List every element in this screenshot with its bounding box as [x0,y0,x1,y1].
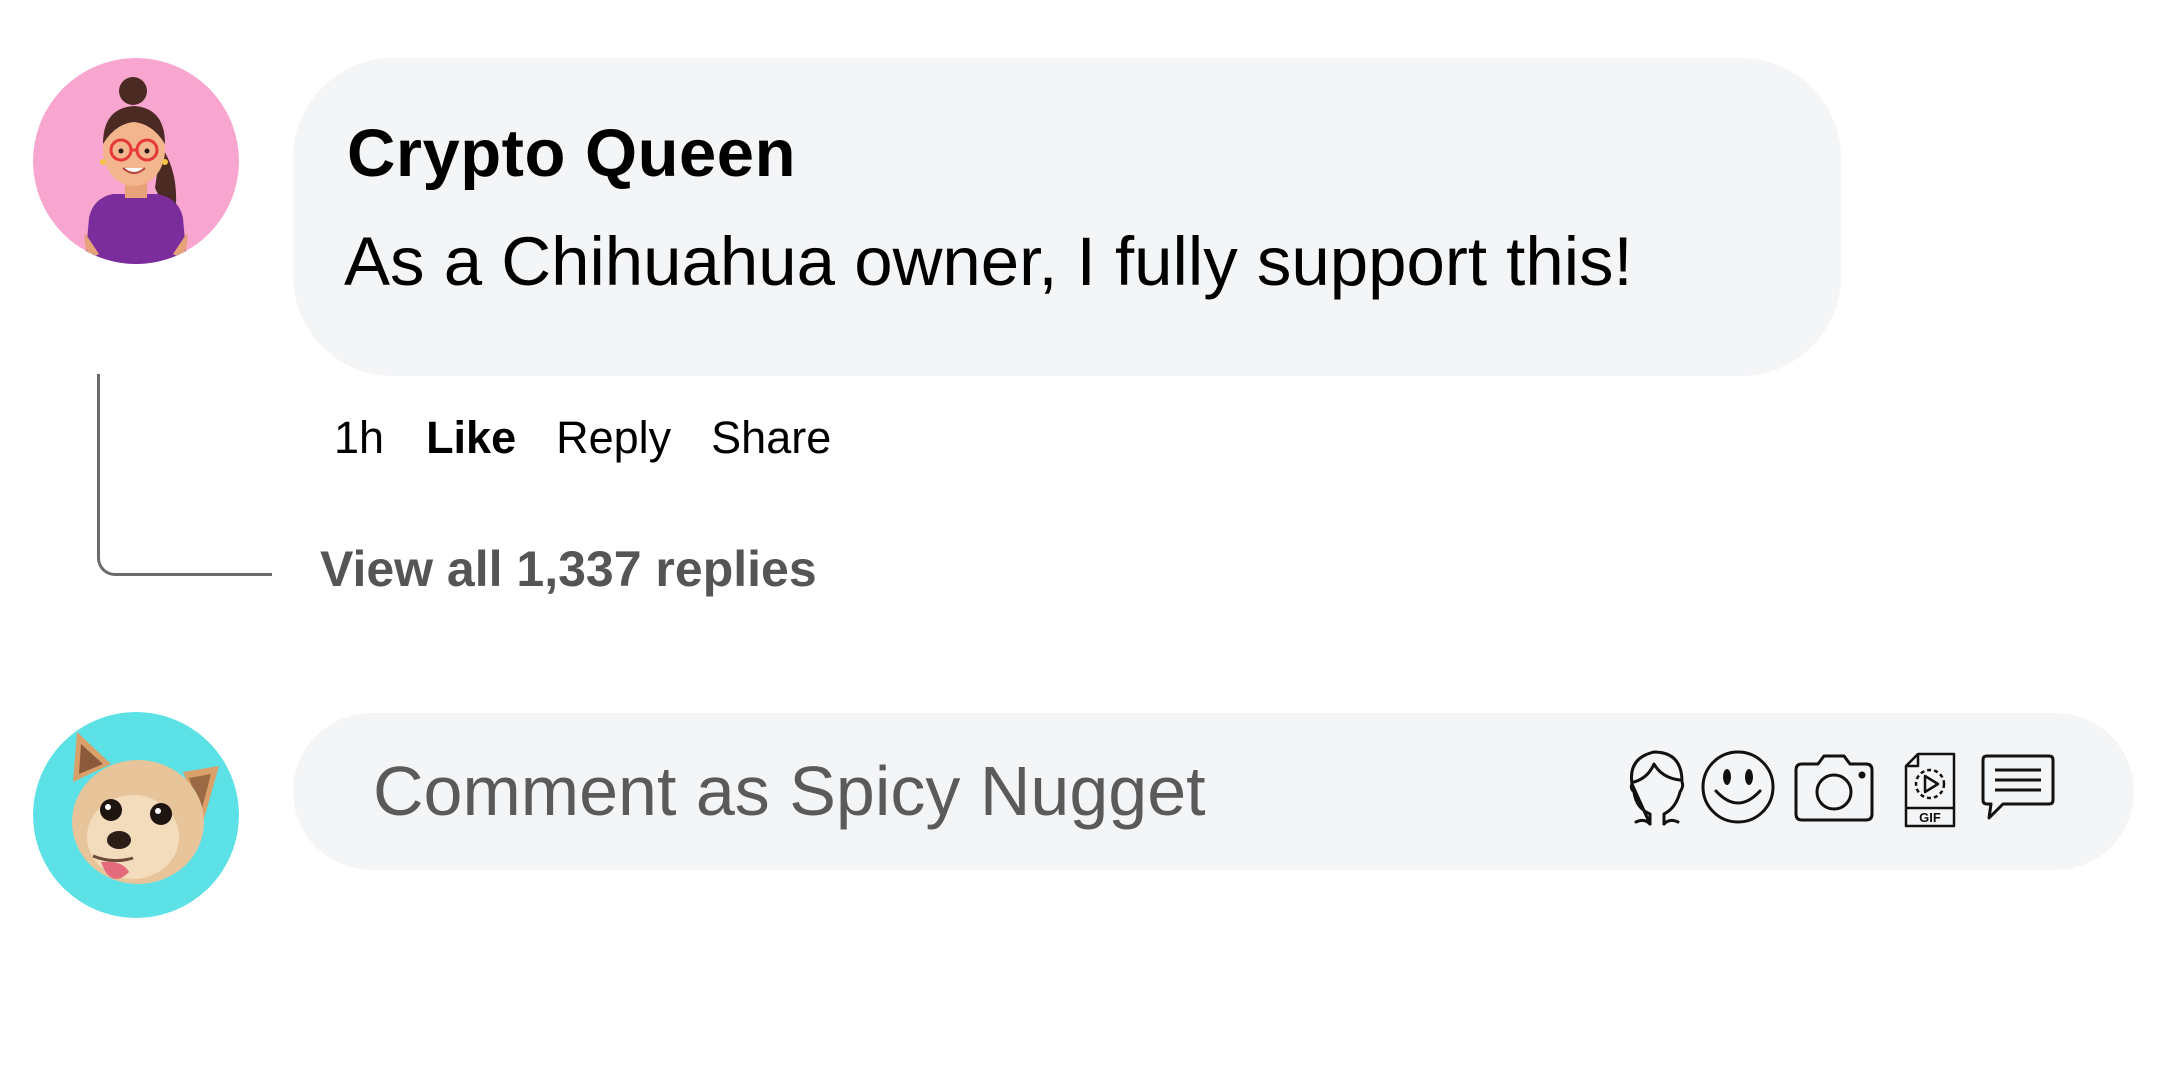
comment-input[interactable] [373,735,1573,847]
comment-bubble [293,58,1841,376]
gif-label: GIF [1919,810,1941,825]
camera-icon[interactable] [1790,752,1878,824]
reply-button[interactable]: Reply [556,412,671,464]
like-button[interactable]: Like [426,412,516,464]
thread-connector-line [97,374,272,576]
avatar-sticker-icon[interactable] [1624,748,1690,826]
comment-author[interactable]: Crypto Queen [347,115,796,192]
woman-avatar-icon [33,58,239,264]
current-user-avatar[interactable] [33,712,239,918]
comment-actions: 1h Like Reply Share [334,412,831,464]
gif-icon[interactable]: GIF [1902,752,1958,828]
share-button[interactable]: Share [711,412,831,464]
sticker-icon[interactable] [1981,752,2055,822]
commenter-avatar[interactable] [33,58,239,264]
emoji-icon[interactable] [1700,749,1776,825]
comment-timestamp[interactable]: 1h [334,412,384,464]
view-replies-link[interactable]: View all 1,337 replies [320,540,817,598]
chihuahua-icon [33,712,239,918]
comment-text: As a Chihuahua owner, I fully support th… [344,223,1633,300]
